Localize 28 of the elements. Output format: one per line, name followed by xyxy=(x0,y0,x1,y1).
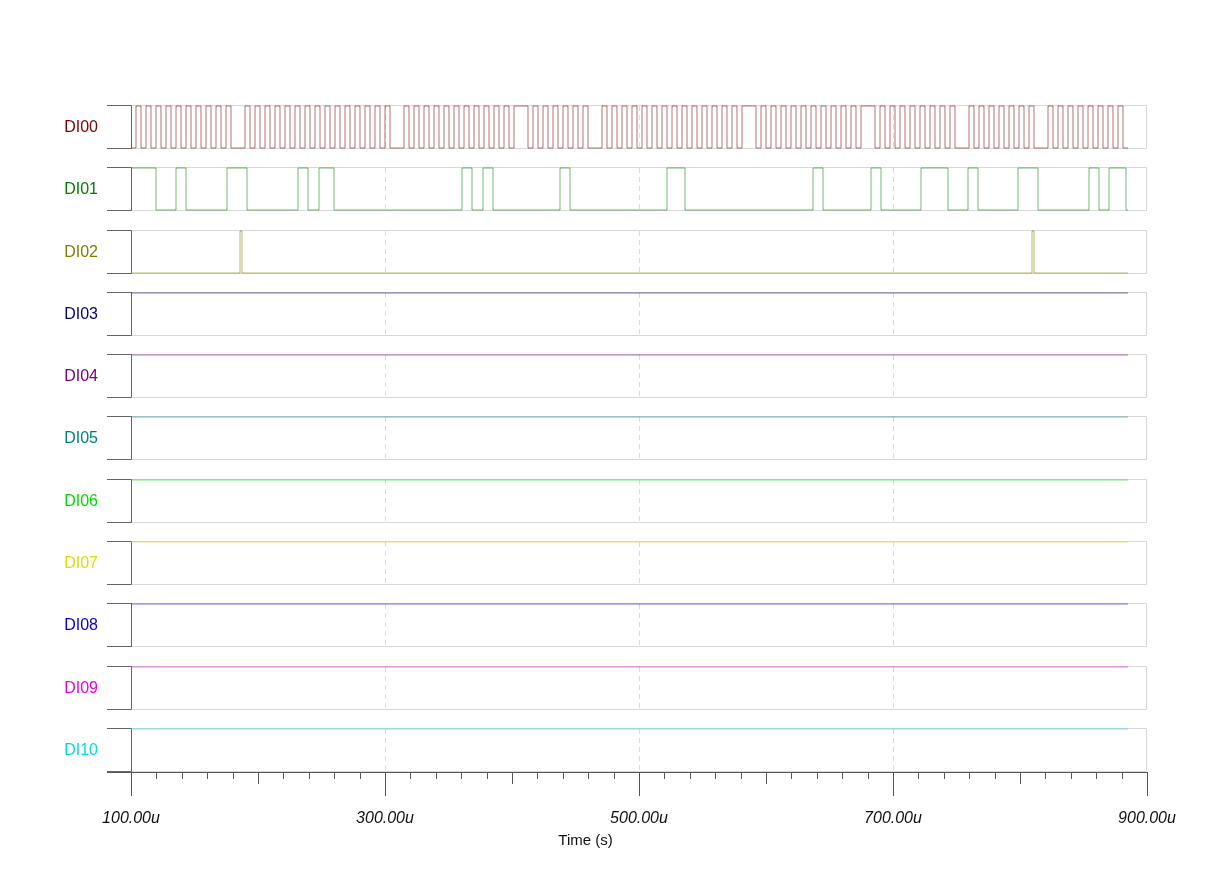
channel-label: DI04 xyxy=(63,367,99,386)
lane-start-marker xyxy=(106,416,132,461)
lane-start-marker xyxy=(106,291,132,336)
channel-label: DI07 xyxy=(63,554,99,573)
axis-tick-label: 100.00u xyxy=(102,808,160,827)
channel-label: DI02 xyxy=(63,242,99,261)
lane-start-marker xyxy=(106,354,132,399)
axis-tick-label: 500.00u xyxy=(610,808,668,827)
axis-tick-label: 700.00u xyxy=(864,808,922,827)
lane-start-marker xyxy=(106,167,132,212)
channel-label: DI00 xyxy=(63,118,99,136)
lane-start-marker xyxy=(106,105,132,149)
channel-label: DI01 xyxy=(63,180,99,199)
channel-label: DI03 xyxy=(63,304,99,323)
lane-start-marker xyxy=(106,665,132,710)
lane-start-marker xyxy=(106,603,132,648)
channel-label: DI10 xyxy=(63,740,99,759)
lane-start-marker xyxy=(106,478,132,523)
lane-start-marker xyxy=(106,541,132,586)
axis-title: Time (s) xyxy=(558,830,613,848)
channel-label: DI09 xyxy=(63,678,99,697)
axis-tick-label: 900.00u xyxy=(1118,808,1176,827)
lane-start-marker xyxy=(106,727,132,772)
channel-label: DI05 xyxy=(63,429,99,448)
lane-start-marker xyxy=(106,229,132,274)
channel-label: DI06 xyxy=(63,491,99,510)
axis-tick-label: 300.00u xyxy=(356,808,414,827)
channel-label: DI08 xyxy=(63,616,99,635)
